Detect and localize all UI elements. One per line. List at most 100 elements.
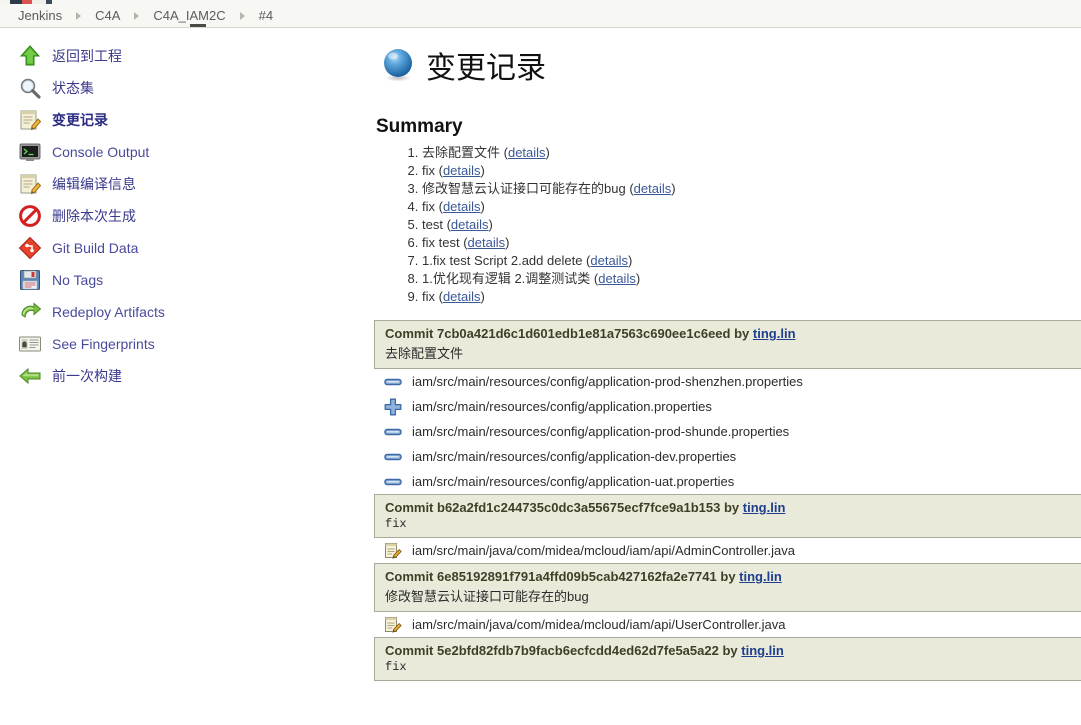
summary-details-link[interactable]: details xyxy=(598,271,636,286)
breadcrumb-item-4[interactable]: #4 xyxy=(259,8,273,23)
commit-hash: 5e2bfd82fdb7b9facb6ecfcdd4ed62d7fe5a5a22 xyxy=(437,643,719,658)
summary-details-link[interactable]: details xyxy=(468,235,506,250)
commit-message: 去除配置文件 xyxy=(385,346,464,361)
changed-file-row: iam/src/main/resources/config/applicatio… xyxy=(376,444,1081,469)
changed-file-path: iam/src/main/java/com/midea/mcloud/iam/a… xyxy=(412,543,795,558)
sidebar-item-label: 变更记录 xyxy=(52,112,108,128)
commit-author-link[interactable]: ting.lin xyxy=(753,326,796,341)
commit-hash: 6e85192891f791a4ffd09b5cab427162fa2e7741 xyxy=(437,569,717,584)
summary-details-link[interactable]: details xyxy=(590,253,628,268)
up-arrow-icon xyxy=(19,45,41,66)
summary-details-link[interactable]: details xyxy=(508,145,546,160)
commit-header: Commit 6e85192891f791a4ffd09b5cab427162f… xyxy=(374,563,1081,612)
main-content: 变更记录 Summary 去除配置文件 (details)fix (detail… xyxy=(374,40,1081,681)
green-redeploy-arrow-icon xyxy=(21,302,42,318)
file-edit-icon xyxy=(385,542,402,559)
commit-label: Commit xyxy=(385,569,434,584)
summary-item: 1.fix test Script 2.add delete (details) xyxy=(422,252,1081,270)
breadcrumb-separator-icon xyxy=(239,11,245,20)
summary-item: fix (details) xyxy=(422,288,1081,306)
commit-author-link[interactable]: ting.lin xyxy=(741,643,784,658)
changed-file-list: iam/src/main/java/com/midea/mcloud/iam/a… xyxy=(376,612,1081,637)
git-diamond-icon xyxy=(18,236,42,260)
breadcrumb-item-3[interactable]: C4A_IAM2C xyxy=(153,8,225,23)
changed-file-path: iam/src/main/resources/config/applicatio… xyxy=(412,424,790,439)
breadcrumb-item-1[interactable]: Jenkins xyxy=(18,8,62,23)
file-edit-icon xyxy=(385,616,402,633)
sidebar-item-label: 返回到工程 xyxy=(52,48,122,64)
sidebar-item-label: Console Output xyxy=(52,144,150,160)
floppy-disk-icon xyxy=(20,270,40,290)
sidebar-item-3[interactable]: 变更记录 xyxy=(0,104,360,136)
commit-hash: 7cb0a421d6c1d601edb1e81a7563c690ee1c6eed xyxy=(437,326,731,341)
sidebar-item-1[interactable]: 返回到工程 xyxy=(0,40,360,72)
sidebar-item-9[interactable]: Redeploy Artifacts xyxy=(0,296,360,328)
sidebar-item-label: Redeploy Artifacts xyxy=(52,304,165,320)
summary-details-link[interactable]: details xyxy=(443,199,481,214)
summary-item: 1.优化现有逻辑 2.调整测试类 (details) xyxy=(422,270,1081,288)
commit-message: fix xyxy=(385,660,407,674)
sidebar-item-7[interactable]: Git Build Data xyxy=(0,232,360,264)
sidebar-item-5[interactable]: 编辑编译信息 xyxy=(0,168,360,200)
sidebar-item-label: 前一次构建 xyxy=(52,368,122,384)
file-modified-icon xyxy=(384,453,402,460)
commit-list: Commit 7cb0a421d6c1d601edb1e81a7563c690e… xyxy=(374,320,1081,681)
sidebar-item-label: 状态集 xyxy=(52,80,94,96)
summary-item: fix (details) xyxy=(422,198,1081,216)
sidebar-item-6[interactable]: 删除本次生成 xyxy=(0,200,360,232)
sidebar-item-10[interactable]: See Fingerprints xyxy=(0,328,360,360)
breadcrumb-item-2[interactable]: C4A xyxy=(95,8,120,23)
sidebar-item-2[interactable]: 状态集 xyxy=(0,72,360,104)
file-modified-icon xyxy=(384,378,402,385)
summary-item-text: fix xyxy=(422,163,435,178)
changed-file-row: iam/src/main/resources/config/applicatio… xyxy=(376,369,1081,394)
summary-list: 去除配置文件 (details)fix (details)修改智慧云认证接口可能… xyxy=(376,144,1081,306)
commit-header: Commit 5e2bfd82fdb7b9facb6ecfcdd4ed62d7f… xyxy=(374,637,1081,681)
changed-file-path: iam/src/main/resources/config/applicatio… xyxy=(412,449,737,464)
page-title-row: 变更记录 xyxy=(376,40,1081,90)
delete-forbidden-icon xyxy=(19,205,41,227)
commit-label: Commit xyxy=(385,500,434,515)
page-title: 变更记录 xyxy=(426,52,546,85)
commit-by-label: by xyxy=(722,643,738,658)
sidebar-item-4[interactable]: Console Output xyxy=(0,136,360,168)
file-added-icon xyxy=(384,398,402,415)
commit-hash-line: Commit 5e2bfd82fdb7b9facb6ecfcdd4ed62d7f… xyxy=(385,643,1073,658)
summary-details-link[interactable]: details xyxy=(443,163,481,178)
changed-file-row: iam/src/main/resources/config/applicatio… xyxy=(376,469,1081,494)
commit-by-label: by xyxy=(720,569,736,584)
sidebar-item-label: Git Build Data xyxy=(52,240,139,256)
changed-file-row: iam/src/main/resources/config/applicatio… xyxy=(376,419,1081,444)
summary-item: 去除配置文件 (details) xyxy=(422,144,1081,162)
changed-file-path: iam/src/main/resources/config/applicatio… xyxy=(412,474,735,489)
commit-hash-line: Commit 7cb0a421d6c1d601edb1e81a7563c690e… xyxy=(385,326,1073,341)
summary-item-text: 修改智慧云认证接口可能存在的bug xyxy=(422,181,626,196)
summary-item-text: 1.fix test Script 2.add delete xyxy=(422,253,583,268)
breadcrumb-separator-icon xyxy=(134,11,140,20)
sidebar-item-11[interactable]: 前一次构建 xyxy=(0,360,360,392)
summary-details-link[interactable]: details xyxy=(451,217,489,232)
render-artifact xyxy=(190,24,206,27)
commit-label: Commit xyxy=(385,643,434,658)
summary-details-link[interactable]: details xyxy=(443,289,481,304)
sidebar-item-8[interactable]: No Tags xyxy=(0,264,360,296)
commit-header: Commit b62a2fd1c244735c0dc3a55675ecf7fce… xyxy=(374,494,1081,538)
notepad-edit-icon xyxy=(20,110,42,131)
summary-item: fix (details) xyxy=(422,162,1081,180)
breadcrumb-separator-icon xyxy=(76,11,82,20)
commit-by-label: by xyxy=(734,326,750,341)
summary-details-link[interactable]: details xyxy=(634,181,672,196)
file-modified-icon xyxy=(384,478,402,485)
magnifier-icon xyxy=(20,78,41,99)
summary-item: fix test (details) xyxy=(422,234,1081,252)
fingerprint-card-icon xyxy=(19,336,41,352)
summary-item: 修改智慧云认证接口可能存在的bug (details) xyxy=(422,180,1081,198)
file-modified-icon xyxy=(384,428,402,435)
changed-file-row: iam/src/main/java/com/midea/mcloud/iam/a… xyxy=(376,612,1081,637)
changed-file-path: iam/src/main/resources/config/applicatio… xyxy=(412,399,712,414)
commit-author-link[interactable]: ting.lin xyxy=(743,500,786,515)
breadcrumb: Jenkins C4A C4A_IAM2C #4 xyxy=(0,4,1081,28)
changed-file-row: iam/src/main/java/com/midea/mcloud/iam/a… xyxy=(376,538,1081,563)
changed-file-list: iam/src/main/java/com/midea/mcloud/iam/a… xyxy=(376,538,1081,563)
commit-author-link[interactable]: ting.lin xyxy=(739,569,782,584)
